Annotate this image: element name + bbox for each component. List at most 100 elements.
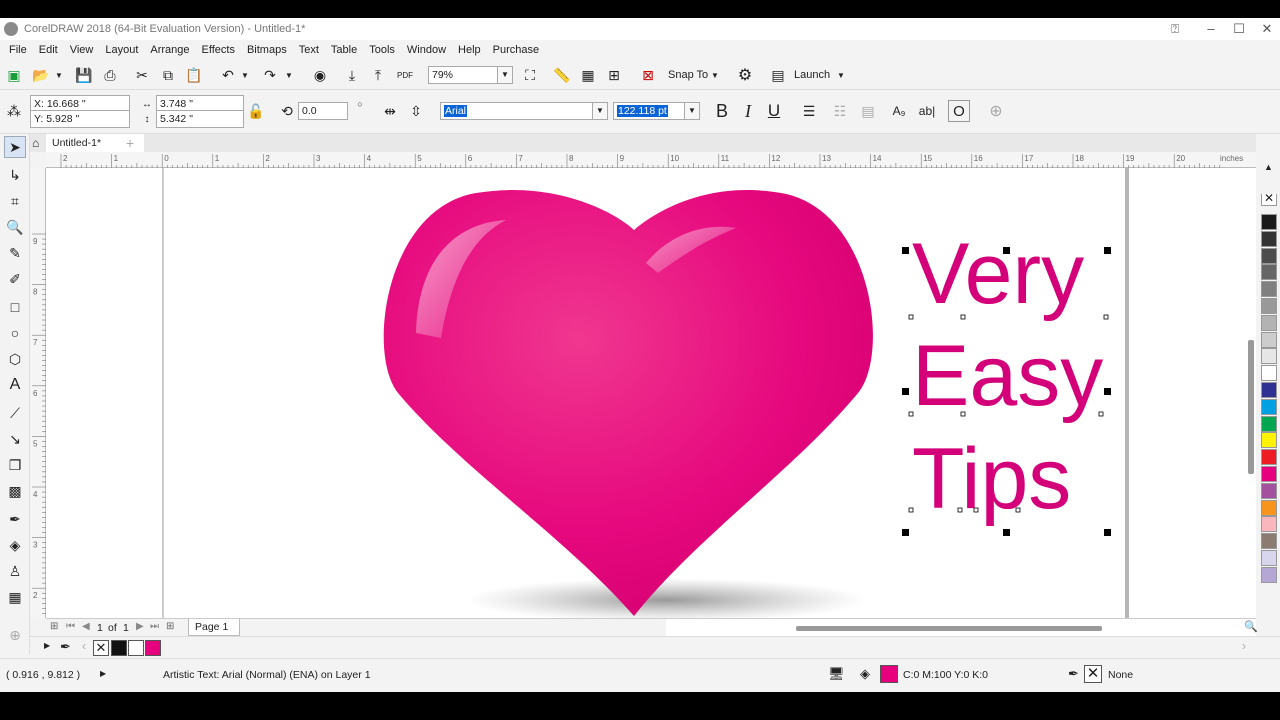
add-page-after-icon[interactable]: ⊞ (166, 621, 174, 632)
underline-button[interactable]: U (764, 101, 784, 121)
cut-icon[interactable]: ✂ (132, 65, 152, 85)
doc-palette-swatch[interactable] (111, 640, 127, 656)
menu-effects[interactable]: Effects (196, 44, 241, 56)
palette-swatch[interactable] (1261, 533, 1277, 550)
options-gear-icon[interactable]: ⚙ (734, 65, 756, 85)
italic-button[interactable]: I (738, 101, 758, 121)
save-icon[interactable]: 💾 (74, 65, 94, 85)
eyedropper-icon[interactable]: ✒ (60, 639, 71, 655)
menu-file[interactable]: File (3, 44, 33, 56)
font-size-field[interactable]: 122.118 pt (613, 102, 685, 120)
mirror-horizontal-icon[interactable]: ⇹ (380, 102, 400, 120)
palette-swatch[interactable] (1261, 281, 1277, 298)
interactive-fill-icon[interactable]: ◈ (4, 534, 26, 556)
crop-tool-icon[interactable]: ⌗ (4, 190, 26, 212)
add-tool-icon[interactable]: ⊕ (4, 624, 26, 646)
rectangle-tool-icon[interactable]: □ (4, 296, 26, 318)
palette-swatch[interactable] (1261, 550, 1277, 566)
convert-outline-icon[interactable]: O (948, 100, 970, 122)
palette-swatch[interactable] (1261, 314, 1277, 331)
palette-swatch[interactable] (1261, 566, 1277, 583)
font-list-dropdown-icon[interactable]: ▼ (592, 102, 608, 120)
launch-button[interactable]: Launch (794, 69, 830, 81)
menu-help[interactable]: Help (452, 44, 487, 56)
next-page-icon[interactable]: ▶ (136, 621, 144, 632)
export-icon[interactable]: ⤒ (368, 65, 388, 85)
undo-dropdown-icon[interactable]: ▼ (240, 65, 250, 85)
eyedropper-tool-icon[interactable]: ✒ (4, 508, 26, 530)
palette-expand-icon[interactable]: ▶ (44, 641, 50, 650)
add-button-icon[interactable]: ⊕ (986, 101, 1006, 121)
maximize-button[interactable]: ☐ (1224, 18, 1254, 40)
text-alignment-icon[interactable]: ☰ (798, 101, 820, 121)
height-field[interactable]: 5.342 " (156, 110, 244, 128)
new-tab-icon[interactable]: + (126, 134, 140, 152)
palette-prev-icon[interactable]: ‹ (82, 639, 86, 653)
menu-bitmaps[interactable]: Bitmaps (241, 44, 293, 56)
redo-dropdown-icon[interactable]: ▼ (284, 65, 294, 85)
prev-page-icon[interactable]: ◀ (82, 621, 90, 632)
menu-view[interactable]: View (64, 44, 100, 56)
artistic-media-icon[interactable]: ✐ (4, 268, 26, 290)
snap-off-icon[interactable]: ⊠ (638, 65, 658, 85)
palette-next-icon[interactable]: › (1242, 639, 1246, 653)
palette-swatch[interactable] (1261, 382, 1277, 398)
import-icon[interactable]: ⤓ (342, 65, 362, 85)
search-content-icon[interactable]: ◉ (310, 65, 330, 85)
full-screen-preview-icon[interactable]: ⛶ (520, 65, 540, 85)
outline-pen-icon[interactable]: ▦ (4, 586, 26, 608)
palette-swatch[interactable] (1261, 415, 1277, 432)
vertical-scrollbar-thumb[interactable] (1248, 340, 1254, 474)
copy-icon[interactable]: ⧉ (158, 65, 178, 85)
help-icon[interactable]: ⍰ (1160, 18, 1190, 40)
text-tool-icon[interactable]: A (4, 374, 26, 396)
horizontal-scrollbar-thumb[interactable] (796, 626, 1102, 631)
color-proof-icon[interactable]: 🖥 (828, 666, 845, 682)
fill-bucket-icon[interactable]: ◈ (860, 666, 870, 682)
menu-tools[interactable]: Tools (363, 44, 401, 56)
rotation-field[interactable]: 0.0 (298, 102, 348, 120)
fill-color-swatch[interactable] (880, 665, 898, 683)
palette-swatch[interactable] (1261, 482, 1277, 499)
paste-icon[interactable]: 📋 (184, 65, 204, 85)
doc-no-color-swatch[interactable]: ✕ (93, 640, 109, 656)
ellipse-tool-icon[interactable]: ○ (4, 322, 26, 344)
menu-arrange[interactable]: Arrange (144, 44, 195, 56)
edit-text-icon[interactable]: ab| (916, 101, 938, 121)
bullet-list-icon[interactable]: ☷ (830, 101, 850, 121)
menu-purchase[interactable]: Purchase (487, 44, 545, 56)
snap-to-dropdown-icon[interactable]: ▼ (710, 65, 720, 85)
zoom-navigator-icon[interactable]: 🔍 (1244, 620, 1258, 633)
doc-palette-swatch[interactable] (145, 640, 161, 656)
lock-ratio-icon[interactable]: 🔓 (247, 102, 264, 120)
palette-swatch[interactable] (1261, 214, 1277, 230)
last-page-icon[interactable]: ⏭ (150, 621, 159, 632)
open-dropdown-icon[interactable]: ▼ (54, 65, 64, 85)
palette-swatch[interactable] (1261, 466, 1277, 482)
undo-icon[interactable]: ↶ (218, 65, 238, 85)
pick-tool-icon[interactable]: ➤ (4, 136, 26, 158)
palette-swatch[interactable] (1261, 298, 1277, 314)
show-guidelines-icon[interactable]: ⊞ (604, 65, 624, 85)
page-tab-1[interactable]: Page 1 (188, 619, 240, 636)
palette-swatch[interactable] (1261, 432, 1277, 449)
open-icon[interactable]: 📂 (30, 65, 52, 85)
launch-icon[interactable]: ▤ (768, 65, 788, 85)
canvas-text-very[interactable]: Very (912, 226, 1084, 322)
add-page-before-icon[interactable]: ⊞ (50, 621, 58, 632)
outline-color-swatch[interactable]: ✕ (1084, 665, 1102, 683)
snap-to-button[interactable]: Snap To (668, 69, 708, 81)
menu-window[interactable]: Window (401, 44, 452, 56)
bold-button[interactable]: B (712, 101, 732, 121)
freehand-tool-icon[interactable]: ✎ (4, 242, 26, 264)
canvas-text-tips[interactable]: Tips (912, 431, 1071, 527)
close-button[interactable]: ✕ (1252, 18, 1280, 40)
palette-scroll-up-icon[interactable]: ▲ (1264, 162, 1273, 172)
canvas-text-easy[interactable]: Easy (912, 328, 1103, 424)
new-document-icon[interactable]: ▣ (4, 65, 24, 85)
font-size-dropdown-icon[interactable]: ▼ (684, 102, 700, 120)
palette-swatch[interactable] (1261, 365, 1277, 382)
menu-text[interactable]: Text (293, 44, 325, 56)
redo-icon[interactable]: ↷ (260, 65, 280, 85)
publish-pdf-icon[interactable]: PDF (394, 65, 416, 85)
